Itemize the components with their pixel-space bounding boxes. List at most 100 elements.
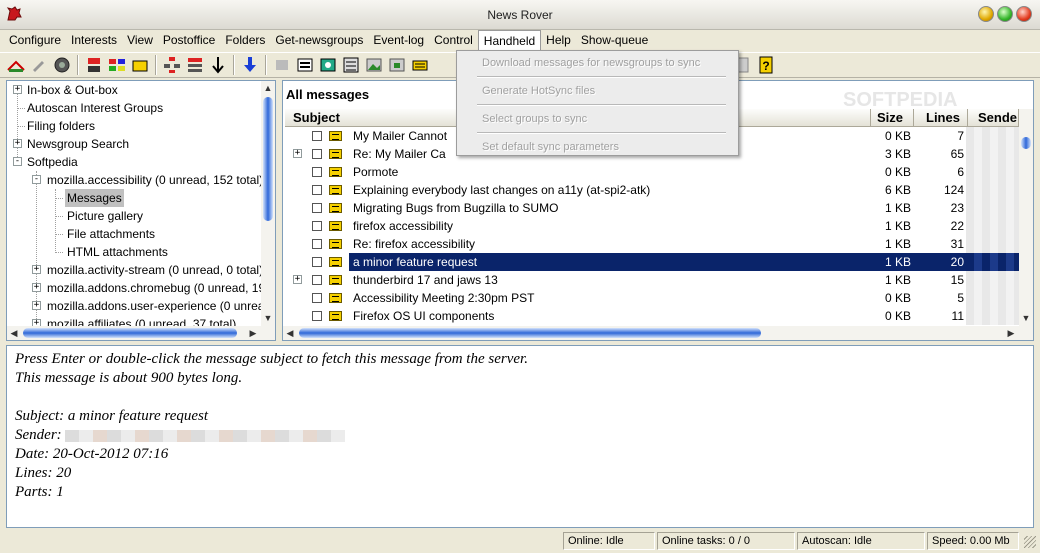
message-icon (329, 293, 342, 303)
folder-icon[interactable] (130, 55, 150, 75)
search-icon[interactable] (318, 55, 338, 75)
sender-redacted (966, 289, 1019, 307)
expand-icon[interactable]: + (13, 85, 22, 94)
message-icon (329, 149, 342, 159)
attach-icon[interactable] (387, 55, 407, 75)
scroll-thumb[interactable] (1021, 137, 1031, 149)
scroll-left-icon[interactable]: ◀ (8, 327, 20, 339)
preview-subject: Subject: a minor feature request (15, 408, 209, 424)
edit-icon[interactable] (29, 55, 49, 75)
collapse-icon[interactable]: - (32, 175, 41, 184)
menu-interests[interactable]: Interests (66, 30, 122, 50)
message-row[interactable]: Pormote 0 KB 6 (283, 163, 1019, 181)
scroll-thumb[interactable] (263, 97, 273, 221)
menu-handheld[interactable]: Handheld (477, 30, 542, 50)
print-icon[interactable] (272, 55, 292, 75)
sender-redacted (966, 145, 1019, 163)
menu-item-generate-hotsync[interactable]: Generate HotSync files (482, 85, 595, 97)
resize-grip-icon[interactable] (1024, 536, 1036, 548)
collapse-icon[interactable]: - (13, 157, 22, 166)
folder-tree[interactable]: + In-box & Out-box Autoscan Interest Gro… (6, 80, 276, 341)
preview-instructions: Press Enter or double-click the message … (15, 351, 528, 367)
menu-configure[interactable]: Configure (4, 30, 66, 50)
row-checkbox[interactable] (312, 167, 322, 177)
sender-redacted (966, 253, 1019, 271)
view-icon[interactable] (295, 55, 315, 75)
message-icon (329, 275, 342, 285)
message-preview[interactable]: Press Enter or double-click the message … (6, 345, 1034, 528)
globe-icon[interactable] (52, 55, 72, 75)
menu-item-download-sync[interactable]: Download messages for newsgroups to sync (482, 57, 700, 69)
column-size[interactable]: Size (871, 109, 914, 127)
row-checkbox[interactable] (312, 185, 322, 195)
handheld-menu: Download messages for newsgroups to sync… (456, 50, 739, 156)
menu-postoffice[interactable]: Postoffice (158, 30, 220, 50)
down-arrow-icon[interactable] (208, 55, 228, 75)
properties-icon[interactable] (341, 55, 361, 75)
expand-icon[interactable]: + (293, 275, 302, 284)
row-checkbox[interactable] (312, 293, 322, 303)
row-checkbox[interactable] (312, 149, 322, 159)
scroll-right-icon[interactable]: ▶ (1005, 327, 1017, 339)
sender-redacted (966, 127, 1019, 145)
help-icon[interactable]: ? (756, 55, 776, 75)
scroll-up-icon[interactable]: ▲ (262, 82, 274, 94)
menu-folders[interactable]: Folders (220, 30, 270, 50)
tree-icon[interactable] (162, 55, 182, 75)
message-row[interactable]: Accessibility Meeting 2:30pm PST 0 KB 5 (283, 289, 1019, 307)
menu-item-select-groups[interactable]: Select groups to sync (482, 113, 587, 125)
scroll-left-icon[interactable]: ◀ (284, 327, 296, 339)
tree-horizontal-scrollbar[interactable]: ◀ ▶ (7, 326, 275, 340)
message-row[interactable]: Re: firefox accessibility 1 KB 31 (283, 235, 1019, 253)
maximize-button[interactable] (997, 6, 1013, 22)
menu-event-log[interactable]: Event-log (368, 30, 429, 50)
list-icon[interactable] (185, 55, 205, 75)
image-icon[interactable] (364, 55, 384, 75)
menu-item-sync-parameters[interactable]: Set default sync parameters (482, 141, 619, 153)
expand-icon[interactable]: + (13, 139, 22, 148)
sync-icon[interactable] (84, 55, 104, 75)
row-checkbox[interactable] (312, 203, 322, 213)
message-icon (329, 167, 342, 177)
row-checkbox[interactable] (312, 275, 322, 285)
menu-get-newsgroups[interactable]: Get-newsgroups (270, 30, 368, 50)
expand-icon[interactable]: + (32, 301, 41, 310)
row-checkbox[interactable] (312, 257, 322, 267)
close-button[interactable] (1016, 6, 1032, 22)
column-lines[interactable]: Lines (914, 109, 968, 127)
message-icon[interactable] (410, 55, 430, 75)
menu-control[interactable]: Control (429, 30, 478, 50)
message-row[interactable]: Migrating Bugs from Bugzilla to SUMO 1 K… (283, 199, 1019, 217)
tree-vertical-scrollbar[interactable]: ▲ ▼ (261, 81, 275, 326)
expand-icon[interactable]: + (293, 149, 302, 158)
get-mail-icon[interactable] (6, 55, 26, 75)
row-checkbox[interactable] (312, 239, 322, 249)
message-row[interactable]: Explaining everybody last changes on a11… (283, 181, 1019, 199)
message-row-selected[interactable]: a minor feature request 1 KB 20 (283, 253, 1019, 271)
newsgroups-icon[interactable] (107, 55, 127, 75)
row-checkbox[interactable] (312, 311, 322, 321)
expand-icon[interactable]: + (32, 283, 41, 292)
scroll-down-icon[interactable]: ▼ (1020, 312, 1032, 324)
messages-vertical-scrollbar[interactable]: ▼ (1019, 109, 1033, 326)
message-row[interactable]: firefox accessibility 1 KB 22 (283, 217, 1019, 235)
messages-horizontal-scrollbar[interactable]: ◀ ▶ (283, 326, 1033, 340)
scroll-down-icon[interactable]: ▼ (262, 312, 274, 324)
row-checkbox[interactable] (312, 221, 322, 231)
message-row[interactable]: Firefox OS UI components 0 KB 11 (283, 307, 1019, 325)
menu-help[interactable]: Help (541, 30, 576, 50)
scroll-thumb[interactable] (299, 328, 761, 338)
menu-show-queue[interactable]: Show-queue (576, 30, 653, 50)
scroll-right-icon[interactable]: ▶ (247, 327, 259, 339)
message-icon (329, 311, 342, 321)
menu-view[interactable]: View (122, 30, 158, 50)
column-sender[interactable]: Sende (968, 109, 1019, 127)
message-icon (329, 185, 342, 195)
scroll-thumb[interactable] (23, 328, 237, 338)
expand-icon[interactable]: + (32, 265, 41, 274)
message-row[interactable]: + thunderbird 17 and jaws 13 1 KB 15 (283, 271, 1019, 289)
blue-down-arrow-icon[interactable] (240, 55, 260, 75)
window-title: News Rover (487, 8, 553, 22)
minimize-button[interactable] (978, 6, 994, 22)
row-checkbox[interactable] (312, 131, 322, 141)
